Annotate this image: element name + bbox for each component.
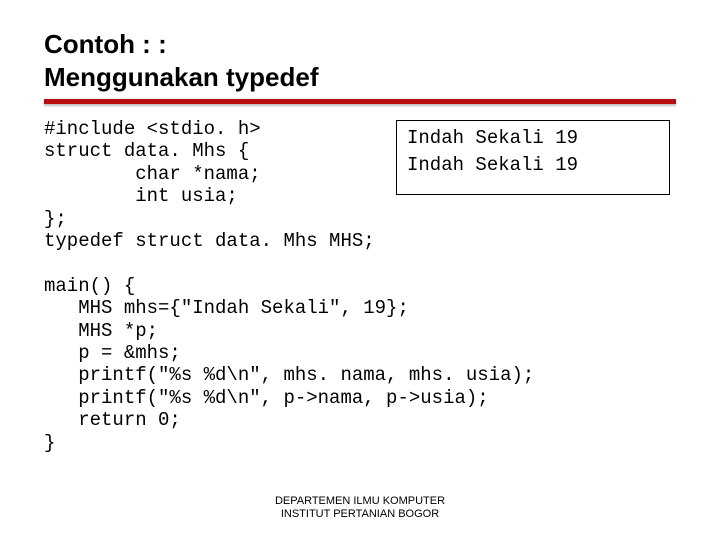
slide: Contoh : : Menggunakan typedef #include … [0, 0, 720, 454]
footer-line-2: INSTITUT PERTANIAN BOGOR [281, 508, 439, 520]
slide-title: Contoh : : Menggunakan typedef [44, 28, 676, 93]
title-underline [44, 99, 676, 104]
title-line-2: Menggunakan typedef [44, 62, 318, 92]
footer-line-1: DEPARTEMEN ILMU KOMPUTER [275, 495, 445, 507]
footer: DEPARTEMEN ILMU KOMPUTER INSTITUT PERTAN… [0, 495, 720, 523]
content-area: #include <stdio. h> struct data. Mhs { c… [44, 118, 676, 454]
title-line-1: Contoh : : [44, 29, 167, 59]
output-box: Indah Sekali 19 Indah Sekali 19 [396, 120, 670, 195]
